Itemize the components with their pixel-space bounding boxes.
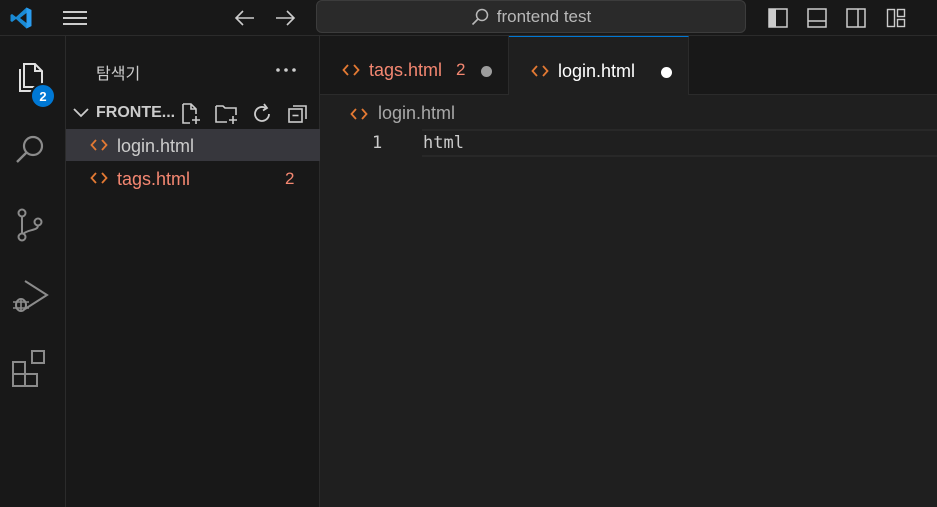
tab-label: login.html: [558, 61, 636, 81]
code-line[interactable]: html: [423, 133, 464, 153]
code-editor[interactable]: 1 html: [320, 128, 937, 507]
tab-problem-count: 2: [456, 60, 466, 79]
html-file-icon: [531, 65, 549, 77]
menu-icon[interactable]: [62, 9, 88, 27]
new-file-icon[interactable]: [178, 102, 202, 126]
chevron-down-icon: [73, 108, 89, 118]
customize-layout-icon[interactable]: [885, 7, 907, 29]
more-actions-icon[interactable]: [274, 62, 298, 78]
title-bar: frontend test: [0, 0, 937, 36]
arrow-right-icon[interactable]: [273, 8, 297, 28]
line-number: 1: [372, 133, 383, 153]
html-file-icon: [342, 64, 360, 76]
command-center-text: frontend test: [496, 6, 592, 26]
search-icon[interactable]: [10, 130, 50, 170]
explorer-sidebar: 탐색기 FRONTE... login.html tags.html 2: [66, 36, 320, 507]
activity-bar: 2: [0, 36, 66, 507]
explorer-badge: 2: [30, 83, 56, 109]
file-item-tags[interactable]: tags.html 2: [66, 162, 320, 194]
run-debug-icon[interactable]: [10, 276, 50, 316]
html-file-icon: [90, 172, 108, 184]
file-name: login.html: [117, 136, 195, 156]
new-folder-icon[interactable]: [214, 102, 238, 126]
unsaved-dot-icon[interactable]: [481, 66, 492, 77]
html-file-icon: [350, 108, 368, 120]
html-file-icon: [90, 139, 108, 151]
search-icon: [471, 8, 488, 25]
folder-header[interactable]: FRONTE...: [66, 98, 320, 128]
extensions-icon[interactable]: [10, 348, 50, 388]
editor-tab-bar: tags.html 2 login.html: [320, 36, 937, 95]
unsaved-dot-icon[interactable]: [661, 67, 672, 78]
problem-count-badge: 2: [285, 169, 295, 188]
arrow-left-icon[interactable]: [233, 8, 257, 28]
breadcrumb-file[interactable]: login.html: [378, 103, 455, 124]
folder-name: FRONTE...: [96, 104, 176, 121]
vscode-logo-icon: [10, 7, 32, 29]
source-control-icon[interactable]: [10, 204, 50, 244]
tab-tags-html[interactable]: tags.html 2: [320, 36, 509, 95]
file-item-login[interactable]: login.html: [66, 129, 320, 161]
refresh-icon[interactable]: [250, 102, 274, 126]
file-name: tags.html: [117, 169, 191, 189]
toggle-primary-sidebar-icon[interactable]: [767, 7, 789, 29]
tab-login-html[interactable]: login.html: [509, 36, 689, 95]
command-center-search[interactable]: frontend test: [316, 0, 746, 33]
collapse-all-icon[interactable]: [286, 102, 310, 126]
toggle-secondary-sidebar-icon[interactable]: [845, 7, 867, 29]
tab-label: tags.html: [369, 60, 443, 80]
toggle-panel-icon[interactable]: [806, 7, 828, 29]
sidebar-title: 탐색기: [96, 66, 141, 83]
current-line-highlight: [422, 129, 937, 157]
